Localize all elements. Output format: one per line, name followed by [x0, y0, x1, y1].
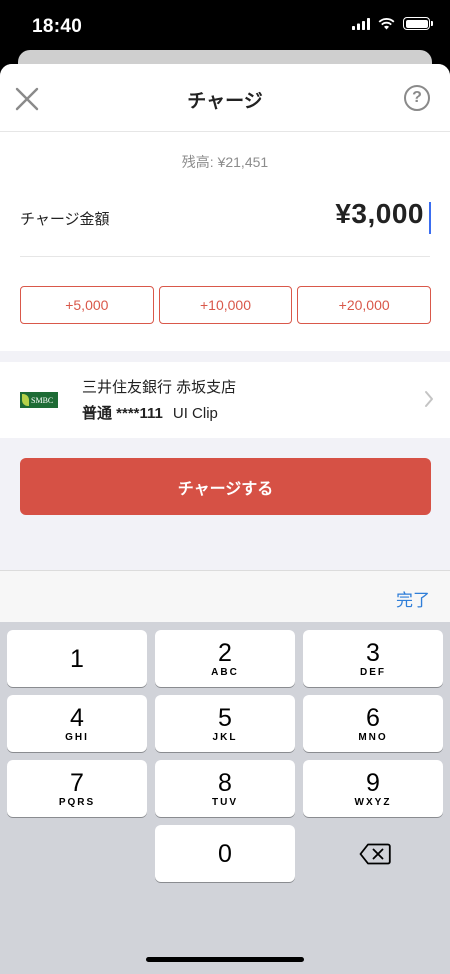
add-20000-button[interactable]: +20,000 — [297, 286, 432, 324]
bank-name: 三井住友銀行 赤坂支店 — [82, 379, 237, 396]
key-2[interactable]: 2 ABC — [155, 630, 295, 687]
bank-logo: SMBC — [20, 392, 58, 408]
battery-icon — [403, 17, 433, 30]
key-1[interactable]: 1 — [7, 630, 147, 687]
divider — [20, 256, 430, 257]
account-holder: UI Clip — [172, 405, 218, 422]
done-button[interactable]: 完了 — [396, 586, 430, 611]
help-icon: ? — [412, 89, 422, 106]
key-letters: JKL — [212, 731, 238, 743]
key-number: 9 — [366, 768, 380, 797]
charge-button[interactable]: チャージする — [20, 458, 431, 515]
chevron-right-icon — [425, 391, 433, 407]
home-indicator[interactable] — [146, 957, 304, 962]
delete-key[interactable] — [305, 825, 445, 882]
quick-amount-buttons: +5,000 +10,000 +20,000 — [20, 286, 432, 324]
key-6[interactable]: 6 MNO — [303, 695, 443, 752]
key-number: 1 — [70, 644, 84, 673]
bank-logo-text: SMBC — [31, 395, 54, 405]
key-4[interactable]: 4 GHI — [7, 695, 147, 752]
key-letters: GHI — [65, 731, 89, 743]
key-letters: DEF — [360, 666, 386, 678]
charge-sheet: チャージ ? 残高: ¥21,451 チャージ金額 ¥3,000 +5,000 … — [0, 64, 450, 974]
add-5000-button[interactable]: +5,000 — [20, 286, 154, 324]
key-0[interactable]: 0 — [155, 825, 295, 882]
navigation-bar: チャージ ? — [0, 64, 450, 132]
amount-card: 残高: ¥21,451 チャージ金額 ¥3,000 +5,000 +10,000… — [0, 132, 450, 351]
balance-text: 残高: ¥21,451 — [181, 154, 269, 170]
key-number: 8 — [218, 768, 232, 797]
key-letters: PQRS — [58, 796, 96, 808]
leaf-icon — [22, 394, 29, 406]
wifi-icon — [378, 17, 395, 29]
key-letters: ABC — [211, 666, 239, 678]
key-number: 2 — [218, 638, 232, 667]
key-7[interactable]: 7 PQRS — [7, 760, 147, 817]
key-number: 7 — [70, 768, 84, 797]
help-button[interactable]: ? — [404, 85, 430, 111]
status-time: 18:40 — [32, 16, 83, 37]
bank-account-row[interactable]: SMBC 三井住友銀行 赤坂支店 普通 ****111 UI Clip — [0, 362, 450, 438]
backspace-icon — [359, 843, 391, 864]
add-10000-button[interactable]: +10,000 — [158, 286, 293, 324]
key-number: 5 — [218, 703, 232, 732]
page-title: チャージ — [187, 91, 263, 112]
key-3[interactable]: 3 DEF — [303, 630, 443, 687]
key-letters: TUV — [212, 796, 238, 808]
key-number: 0 — [218, 839, 232, 868]
numeric-keypad: 1 2 ABC 3 DEF 4 GHI 5 JKL 6 MNO 7 PQRS 8… — [0, 622, 450, 974]
key-letters: WXYZ — [354, 796, 392, 808]
charge-amount-label: チャージ金額 — [20, 211, 110, 228]
account-number: 普通 ****111 — [82, 405, 163, 422]
text-caret — [429, 202, 431, 234]
status-icons — [352, 17, 433, 30]
status-bar: 18:40 — [0, 0, 450, 52]
cellular-signal-icon — [352, 17, 370, 30]
key-number: 4 — [70, 703, 84, 732]
charge-amount-input[interactable]: ¥3,000 — [335, 198, 424, 230]
key-8[interactable]: 8 TUV — [155, 760, 295, 817]
key-number: 3 — [366, 638, 380, 667]
key-number: 6 — [366, 703, 380, 732]
key-9[interactable]: 9 WXYZ — [303, 760, 443, 817]
key-letters: MNO — [358, 731, 388, 743]
bank-account: 普通 ****111 UI Clip — [82, 402, 218, 423]
key-5[interactable]: 5 JKL — [155, 695, 295, 752]
keyboard-accessory-bar: 完了 — [0, 570, 450, 622]
